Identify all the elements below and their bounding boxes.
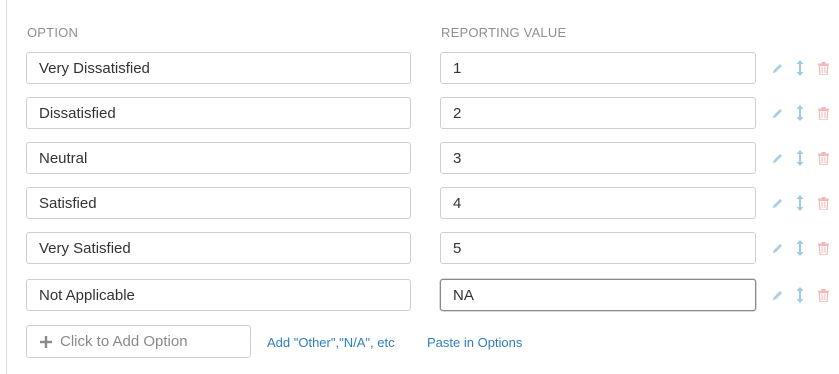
row-actions (770, 232, 839, 264)
trash-icon[interactable] (816, 150, 830, 166)
reporting-value-input[interactable] (440, 279, 756, 311)
reporting-value-input[interactable] (440, 187, 756, 219)
add-option-label: Click to Add Option (60, 333, 188, 350)
row-actions (770, 52, 839, 84)
pencil-icon[interactable] (770, 287, 784, 303)
option-label-input[interactable] (26, 97, 411, 129)
row-actions (770, 187, 839, 219)
pencil-icon[interactable] (770, 60, 784, 76)
option-column-header: Option (27, 25, 79, 40)
option-row (0, 279, 839, 311)
trash-icon[interactable] (816, 105, 830, 121)
row-actions (770, 279, 839, 311)
reorder-arrows-icon[interactable] (793, 150, 807, 166)
pencil-icon[interactable] (770, 150, 784, 166)
reorder-arrows-icon[interactable] (793, 240, 807, 256)
option-row (0, 187, 839, 219)
reporting-value-input[interactable] (440, 52, 756, 84)
trash-icon[interactable] (816, 287, 830, 303)
add-other-link[interactable]: Add "Other","N/A", etc (267, 335, 395, 350)
pencil-icon[interactable] (770, 195, 784, 211)
option-row (0, 97, 839, 129)
option-row (0, 52, 839, 84)
trash-icon[interactable] (816, 195, 830, 211)
reorder-arrows-icon[interactable] (793, 105, 807, 121)
option-row (0, 142, 839, 174)
pencil-icon[interactable] (770, 105, 784, 121)
option-row (0, 232, 839, 264)
reporting-value-input[interactable] (440, 97, 756, 129)
reporting-value-input[interactable] (440, 142, 756, 174)
options-editor: Option Reporting Value Click to Add Opti… (0, 0, 839, 374)
trash-icon[interactable] (816, 240, 830, 256)
option-label-input[interactable] (26, 279, 411, 311)
reporting-value-column-header: Reporting Value (441, 25, 567, 40)
paste-options-link[interactable]: Paste in Options (427, 335, 522, 350)
pencil-icon[interactable] (770, 240, 784, 256)
reorder-arrows-icon[interactable] (793, 287, 807, 303)
option-label-input[interactable] (26, 187, 411, 219)
option-label-input[interactable] (26, 232, 411, 264)
reorder-arrows-icon[interactable] (793, 195, 807, 211)
row-actions (770, 142, 839, 174)
option-label-input[interactable] (26, 52, 411, 84)
reorder-arrows-icon[interactable] (793, 60, 807, 76)
row-actions (770, 97, 839, 129)
add-option-button[interactable]: Click to Add Option (26, 325, 251, 358)
option-label-input[interactable] (26, 142, 411, 174)
reporting-value-input[interactable] (440, 232, 756, 264)
trash-icon[interactable] (816, 60, 830, 76)
plus-icon (40, 335, 52, 348)
